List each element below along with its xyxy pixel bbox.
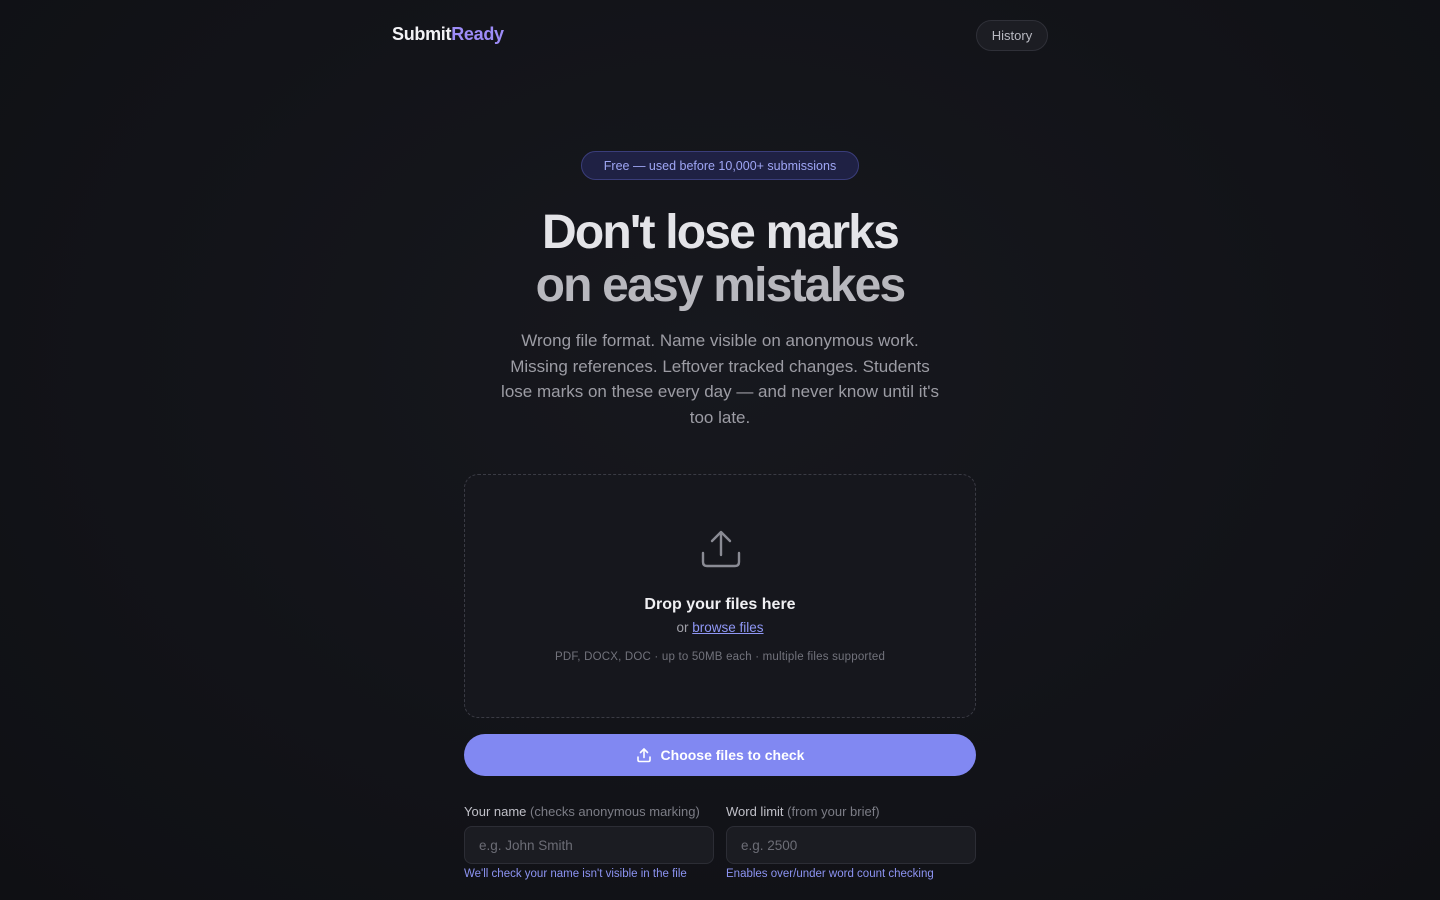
headline-line-1: Don't lose marks bbox=[541, 206, 900, 259]
hero-subtitle: Wrong file format. Name visible on anony… bbox=[501, 331, 939, 427]
name-label-note: (checks anonymous marking) bbox=[530, 804, 700, 819]
dropzone-or-text: or bbox=[676, 620, 689, 635]
name-label-text: Your name bbox=[464, 804, 527, 819]
social-proof-badge: Free — used before 10,000+ submissions bbox=[581, 151, 859, 180]
dropzone-browse-line: or browse files bbox=[465, 620, 975, 635]
dropzone-file-hint: PDF, DOCX, DOC · up to 50MB each · multi… bbox=[554, 651, 886, 663]
choose-files-label: Choose files to check bbox=[660, 747, 805, 763]
word-limit-label-text: Word limit bbox=[726, 804, 784, 819]
name-field-help: We'll check your name isn't visible in t… bbox=[464, 868, 687, 880]
name-input[interactable] bbox=[464, 826, 714, 864]
word-limit-field-group: Word limit (from your brief) Enables ove… bbox=[726, 804, 976, 880]
brand-logo[interactable]: SubmitReady bbox=[392, 24, 504, 45]
name-field-label: Your name (checks anonymous marking) bbox=[464, 804, 714, 820]
file-dropzone[interactable]: Drop your files here or browse files PDF… bbox=[464, 474, 976, 718]
choose-files-button[interactable]: Choose files to check bbox=[464, 734, 976, 776]
word-limit-field-label: Word limit (from your brief) bbox=[726, 804, 976, 820]
history-button[interactable]: History bbox=[976, 20, 1048, 51]
upload-icon bbox=[636, 748, 651, 763]
upload-icon bbox=[701, 530, 741, 568]
headline-line-2: on easy mistakes bbox=[535, 259, 907, 312]
word-limit-field-help: Enables over/under word count checking bbox=[726, 868, 934, 880]
dropzone-title: Drop your files here bbox=[644, 596, 796, 613]
name-field-group: Your name (checks anonymous marking) We'… bbox=[464, 804, 714, 880]
page-headline: Don't lose marks on easy mistakes bbox=[0, 206, 1440, 312]
word-limit-label-note: (from your brief) bbox=[787, 804, 880, 819]
logo-primary-text: Submit bbox=[392, 24, 452, 44]
browse-files-link[interactable]: browse files bbox=[692, 620, 763, 635]
word-limit-input[interactable] bbox=[726, 826, 976, 864]
logo-accent-text: Ready bbox=[451, 24, 504, 44]
top-nav: SubmitReady History bbox=[0, 0, 1440, 70]
